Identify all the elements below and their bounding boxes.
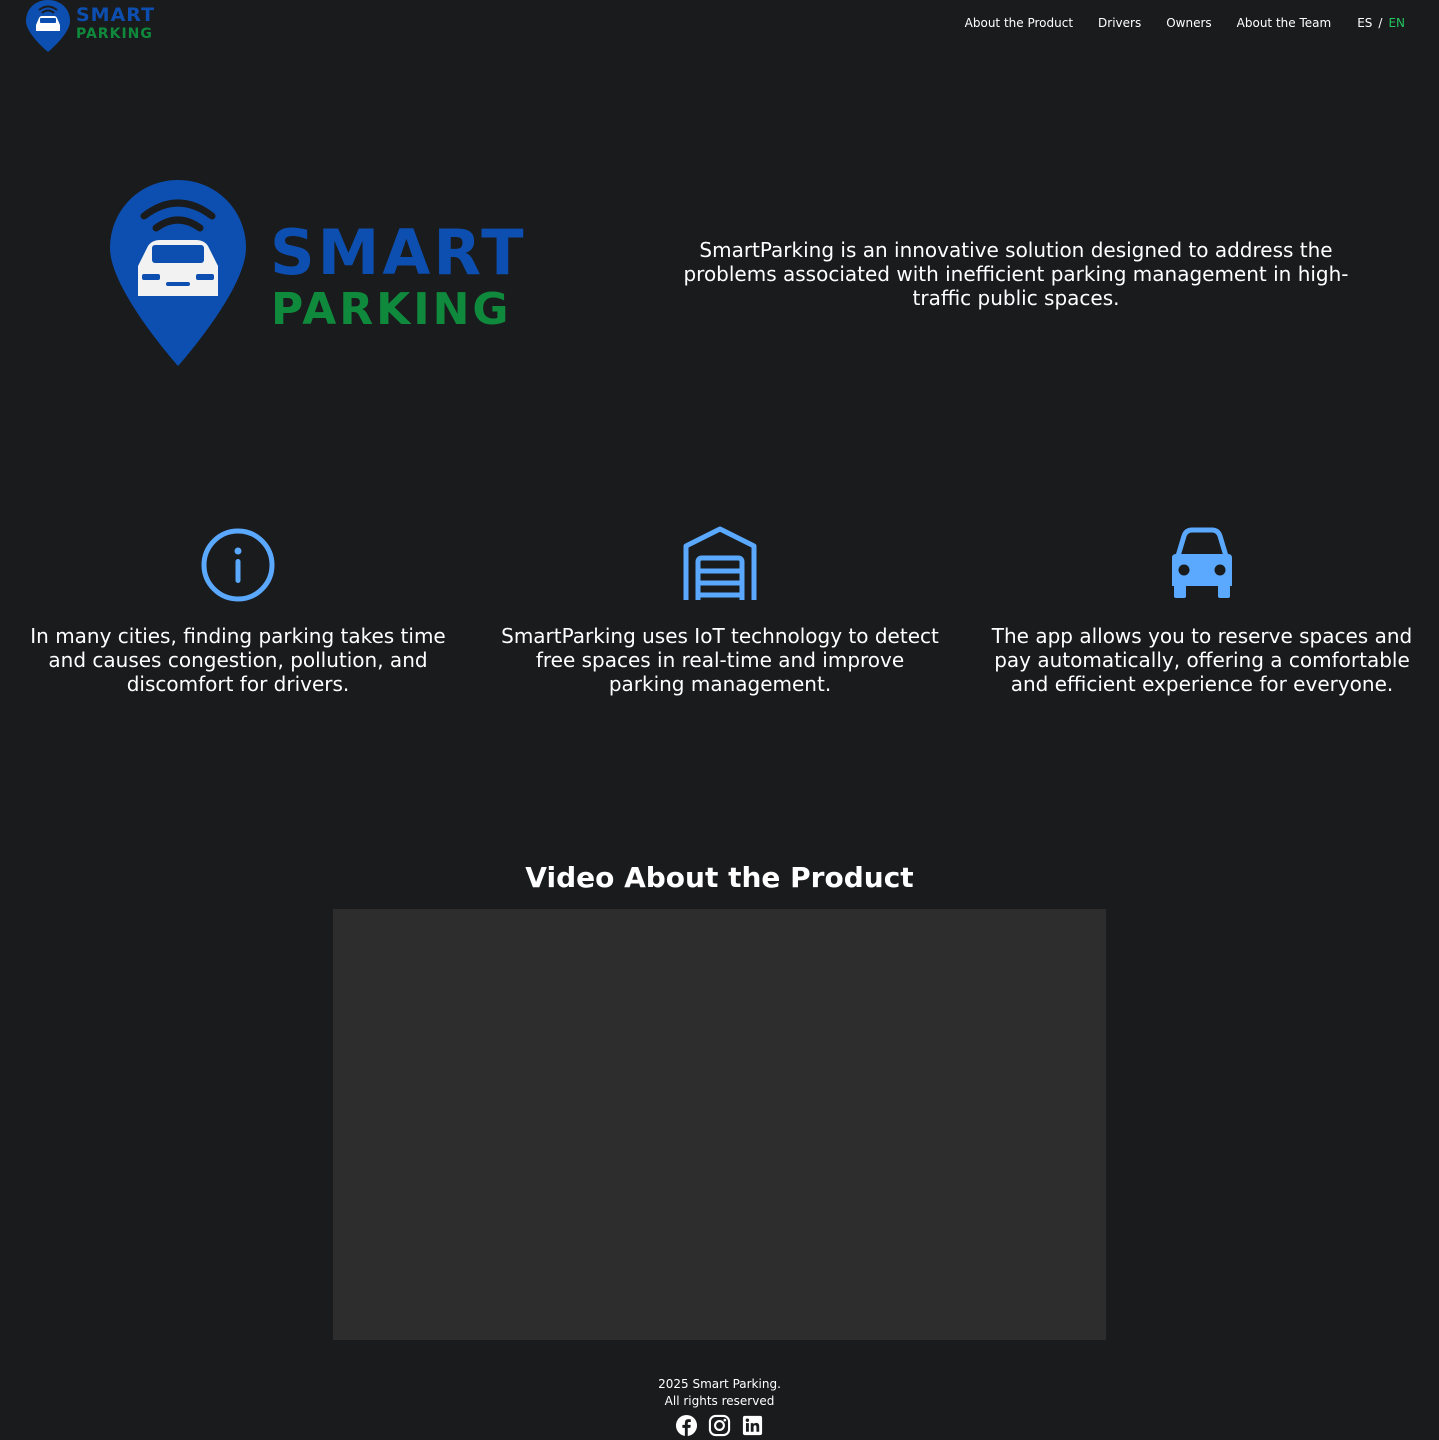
footer-copyright: 2025 Smart Parking. xyxy=(658,1377,781,1391)
facebook-icon[interactable] xyxy=(675,1414,698,1437)
footer: 2025 Smart Parking. All rights reserved xyxy=(0,1376,1439,1437)
header: SMART PARKING About the Product Drivers … xyxy=(0,0,1439,56)
header-logo[interactable]: SMART PARKING xyxy=(24,0,164,54)
main-nav: About the Product Drivers Owners About t… xyxy=(940,16,1405,30)
feature-solution-text: SmartParking uses IoT technology to dete… xyxy=(501,624,939,696)
lang-separator: / xyxy=(1378,16,1383,30)
hero-logo: SMART PARKING xyxy=(108,178,524,370)
footer-rights: All rights reserved xyxy=(664,1394,775,1408)
feature-solution: SmartParking uses IoT technology to dete… xyxy=(500,526,940,696)
nav-drivers[interactable]: Drivers xyxy=(1098,16,1141,30)
lang-en[interactable]: EN xyxy=(1388,16,1405,30)
instagram-icon[interactable] xyxy=(708,1414,731,1437)
logo-word-parking: PARKING xyxy=(76,26,153,42)
garage-icon xyxy=(683,526,757,600)
feature-app-text: The app allows you to reserve spaces and… xyxy=(991,624,1413,696)
hero-logo-smart: SMART xyxy=(270,216,527,289)
video-section-title: Video About the Product xyxy=(525,861,914,894)
lang-es[interactable]: ES xyxy=(1357,16,1372,30)
logo-pin-icon xyxy=(26,0,70,52)
hero-logo-parking: PARKING xyxy=(271,284,512,335)
info-icon xyxy=(201,528,275,602)
video-player[interactable] xyxy=(333,909,1106,1340)
feature-problem-text: In many cities, finding parking takes ti… xyxy=(30,624,446,696)
linkedin-icon[interactable] xyxy=(741,1414,764,1437)
logo-word-smart: SMART xyxy=(76,4,156,26)
page: SMART PARKING About the Product Drivers … xyxy=(0,0,1439,1440)
hero-description: SmartParking is an innovative solution d… xyxy=(683,238,1349,310)
nav-about-team[interactable]: About the Team xyxy=(1237,16,1332,30)
social-links xyxy=(0,1414,1439,1437)
language-switcher: ES / EN xyxy=(1357,16,1405,30)
feature-app: The app allows you to reserve spaces and… xyxy=(982,526,1422,696)
nav-owners[interactable]: Owners xyxy=(1166,16,1211,30)
nav-about-product[interactable]: About the Product xyxy=(965,16,1073,30)
car-icon xyxy=(1172,527,1232,598)
feature-problem: In many cities, finding parking takes ti… xyxy=(18,526,458,696)
hero-pin-icon xyxy=(110,180,246,366)
